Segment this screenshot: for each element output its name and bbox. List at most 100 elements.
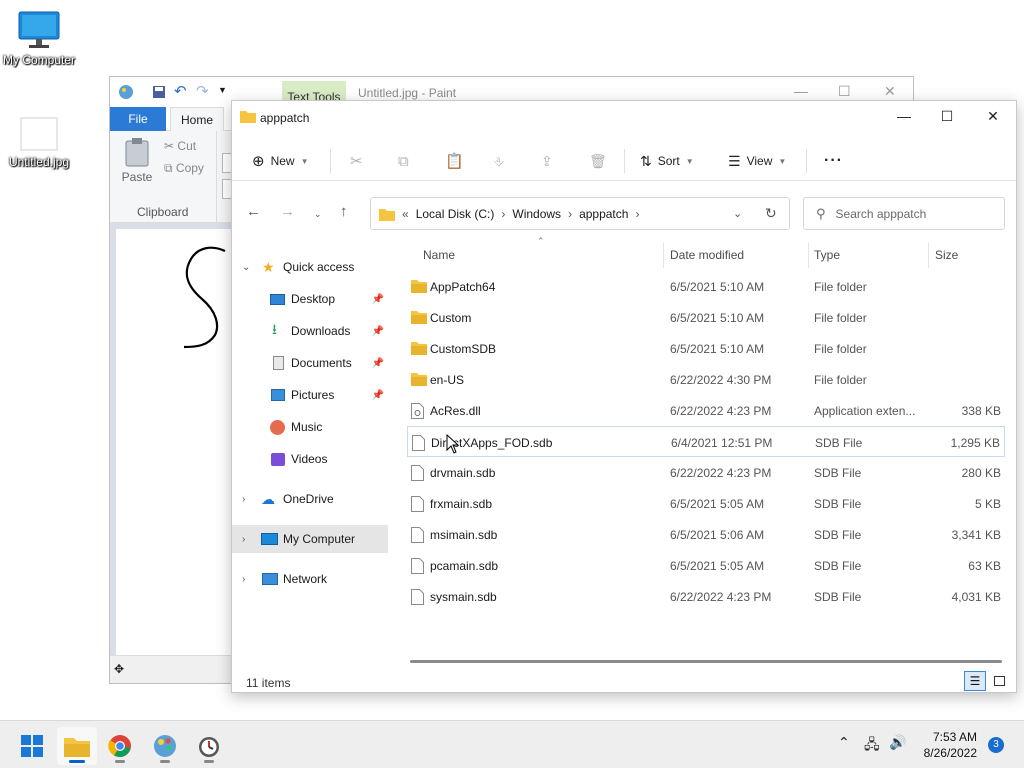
column-header-size[interactable]: Size (935, 248, 958, 262)
nav-desktop[interactable]: Desktop 📌 (232, 285, 388, 313)
save-icon[interactable] (152, 85, 166, 99)
rename-button[interactable]: ⎀ (493, 149, 504, 173)
file-row[interactable]: AppPatch64 6/5/2021 5:10 AM File folder (407, 271, 1005, 302)
file-row[interactable]: sysmain.sdb 6/22/2022 4:23 PM SDB File 4,03… (407, 581, 1005, 612)
nav-videos[interactable]: Videos (232, 445, 388, 473)
column-header-name[interactable]: Name (423, 248, 455, 262)
file-row[interactable]: drvmain.sdb 6/22/2022 4:23 PM SDB File 280 … (407, 457, 1005, 488)
maximize-button[interactable]: ☐ (924, 105, 970, 131)
breadcrumb-chevron-icon[interactable]: › (635, 207, 639, 221)
column-divider[interactable] (663, 242, 664, 268)
paint-file-tab[interactable]: File (110, 107, 166, 131)
search-box[interactable]: ⚲ Search apppatch (803, 197, 1005, 230)
forward-arrow-icon[interactable]: → (280, 203, 295, 220)
taskbar-file-explorer[interactable] (57, 727, 97, 765)
minimize-button[interactable]: — (881, 105, 927, 131)
close-button[interactable]: ✕ (970, 105, 1016, 131)
details-view-button[interactable]: ☰ (964, 671, 986, 691)
paint-home-tab[interactable]: Home (170, 107, 225, 131)
notification-badge[interactable]: 3 (988, 737, 1004, 753)
quick-access-dropdown-icon[interactable]: ▼ (218, 85, 227, 95)
breadcrumb-chevron-icon[interactable]: › (568, 207, 572, 221)
breadcrumb-chevron-icon[interactable]: › (501, 207, 505, 221)
address-bar[interactable]: « Local Disk (C:) › Windows › apppatch ›… (370, 197, 790, 230)
column-header-type[interactable]: Type (814, 248, 840, 262)
file-explorer-window[interactable]: apppatch — ☐ ✕ ⊕ New ▼ ✂ ⧉ 📋 ⎀ ⇪ 🗑 ⇅ Sor… (231, 100, 1017, 693)
file-row[interactable]: Custom 6/5/2021 5:10 AM File folder (407, 302, 1005, 333)
file-row[interactable]: CustomSDB 6/5/2021 5:10 AM File folder (407, 333, 1005, 364)
paint-minimize-button[interactable]: — (794, 83, 808, 99)
desktop-icon-label: My Computer (2, 53, 76, 67)
nav-label: Videos (291, 452, 328, 466)
chevron-right-icon[interactable]: › (242, 574, 245, 585)
breadcrumb-overflow-icon[interactable]: « (402, 207, 409, 221)
file-type: SDB File (814, 466, 862, 480)
column-divider[interactable] (808, 242, 809, 268)
taskbar-clock-app[interactable] (189, 727, 229, 765)
breadcrumb-windows[interactable]: Windows (512, 207, 561, 221)
paint-close-button[interactable]: ✕ (884, 83, 896, 100)
paint-maximize-button[interactable]: ☐ (838, 83, 851, 100)
redo-icon[interactable]: ↷ (196, 82, 209, 100)
file-row[interactable]: en-US 6/22/2022 4:30 PM File folder (407, 364, 1005, 395)
chevron-right-icon[interactable]: › (242, 534, 245, 545)
delete-button[interactable]: 🗑 (589, 149, 607, 173)
nav-pictures[interactable]: Pictures 📌 (232, 381, 388, 409)
cut-label: Cut (177, 139, 197, 153)
paste-button[interactable]: Paste (120, 137, 154, 184)
nav-downloads[interactable]: ⭳ Downloads 📌 (232, 317, 388, 345)
file-row[interactable]: DirectXApps_FOD.sdb 6/4/2021 12:51 PM SDB … (407, 426, 1005, 457)
view-button[interactable]: ☰ View ▼ (728, 149, 786, 173)
refresh-icon[interactable]: ↻ (765, 205, 777, 222)
file-name: sysmain.sdb (430, 590, 497, 604)
column-header-date[interactable]: Date modified (670, 248, 744, 262)
file-icon (411, 589, 424, 605)
copy-button[interactable]: ⧉ Copy (164, 161, 204, 176)
column-divider[interactable] (928, 242, 929, 268)
horizontal-scrollbar[interactable] (410, 660, 1002, 663)
download-arrow-icon: ⭳ (272, 321, 277, 337)
taskbar-chrome[interactable] (100, 727, 140, 765)
new-button[interactable]: ⊕ New ▼ (252, 149, 309, 173)
nav-my-computer[interactable]: › My Computer (232, 525, 388, 553)
explorer-titlebar[interactable]: apppatch — ☐ ✕ (232, 101, 1016, 135)
desktop-icon-untitled-jpg[interactable]: Untitled.jpg (0, 116, 78, 169)
file-type: Application exten... (814, 404, 916, 418)
file-row[interactable]: pcamain.sdb 6/5/2021 5:05 AM SDB File 63 KB (407, 550, 1005, 581)
undo-icon[interactable]: ↶ (174, 82, 187, 100)
start-button[interactable] (12, 727, 52, 765)
show-hidden-icons-chevron-icon[interactable]: ⌃ (838, 734, 850, 751)
paste-label: Paste (121, 170, 153, 184)
sort-button[interactable]: ⇅ Sort ▼ (640, 149, 694, 173)
cut-button[interactable]: ✂ (350, 149, 363, 173)
taskbar-clock[interactable]: 7:53 AM 8/26/2022 (924, 729, 977, 761)
nav-network[interactable]: › Network (232, 565, 388, 593)
nav-quick-access[interactable]: ⌄ ★ Quick access (232, 253, 388, 281)
desktop-icon-my-computer[interactable]: My Computer (0, 10, 78, 67)
sort-icon: ⇅ (640, 152, 652, 169)
cut-button[interactable]: ✂ Cut (164, 139, 196, 153)
network-status-icon[interactable]: 🖧 (864, 734, 880, 758)
volume-icon[interactable]: 🔊 (889, 734, 906, 751)
file-row[interactable]: AcRes.dll 6/22/2022 4:23 PM Application ex… (407, 395, 1005, 426)
breadcrumb-local-disk[interactable]: Local Disk (C:) (416, 207, 495, 221)
share-button[interactable]: ⇪ (541, 149, 553, 173)
nav-onedrive[interactable]: › ☁ OneDrive (232, 485, 388, 513)
chevron-down-icon[interactable]: ⌄ (242, 262, 250, 273)
more-options-button[interactable]: ··· (824, 149, 843, 173)
recent-locations-chevron-icon[interactable]: ⌄ (314, 209, 322, 220)
nav-music[interactable]: Music (232, 413, 388, 441)
address-history-chevron-icon[interactable]: ⌄ (733, 207, 742, 220)
breadcrumb-apppatch[interactable]: apppatch (579, 207, 628, 221)
back-arrow-icon[interactable]: ← (246, 203, 261, 220)
chevron-right-icon[interactable]: › (242, 494, 245, 505)
paste-button[interactable]: 📋 (445, 149, 464, 173)
file-row[interactable]: frxmain.sdb 6/5/2021 5:05 AM SDB File 5 KB (407, 488, 1005, 519)
taskbar-paint[interactable] (145, 727, 185, 765)
tiles-view-button[interactable] (988, 671, 1010, 691)
up-arrow-icon[interactable]: ↑ (340, 203, 348, 220)
paint-canvas[interactable] (116, 229, 235, 655)
file-row[interactable]: msimain.sdb 6/5/2021 5:06 AM SDB File 3,341… (407, 519, 1005, 550)
copy-button[interactable]: ⧉ (398, 149, 409, 173)
nav-documents[interactable]: Documents 📌 (232, 349, 388, 377)
